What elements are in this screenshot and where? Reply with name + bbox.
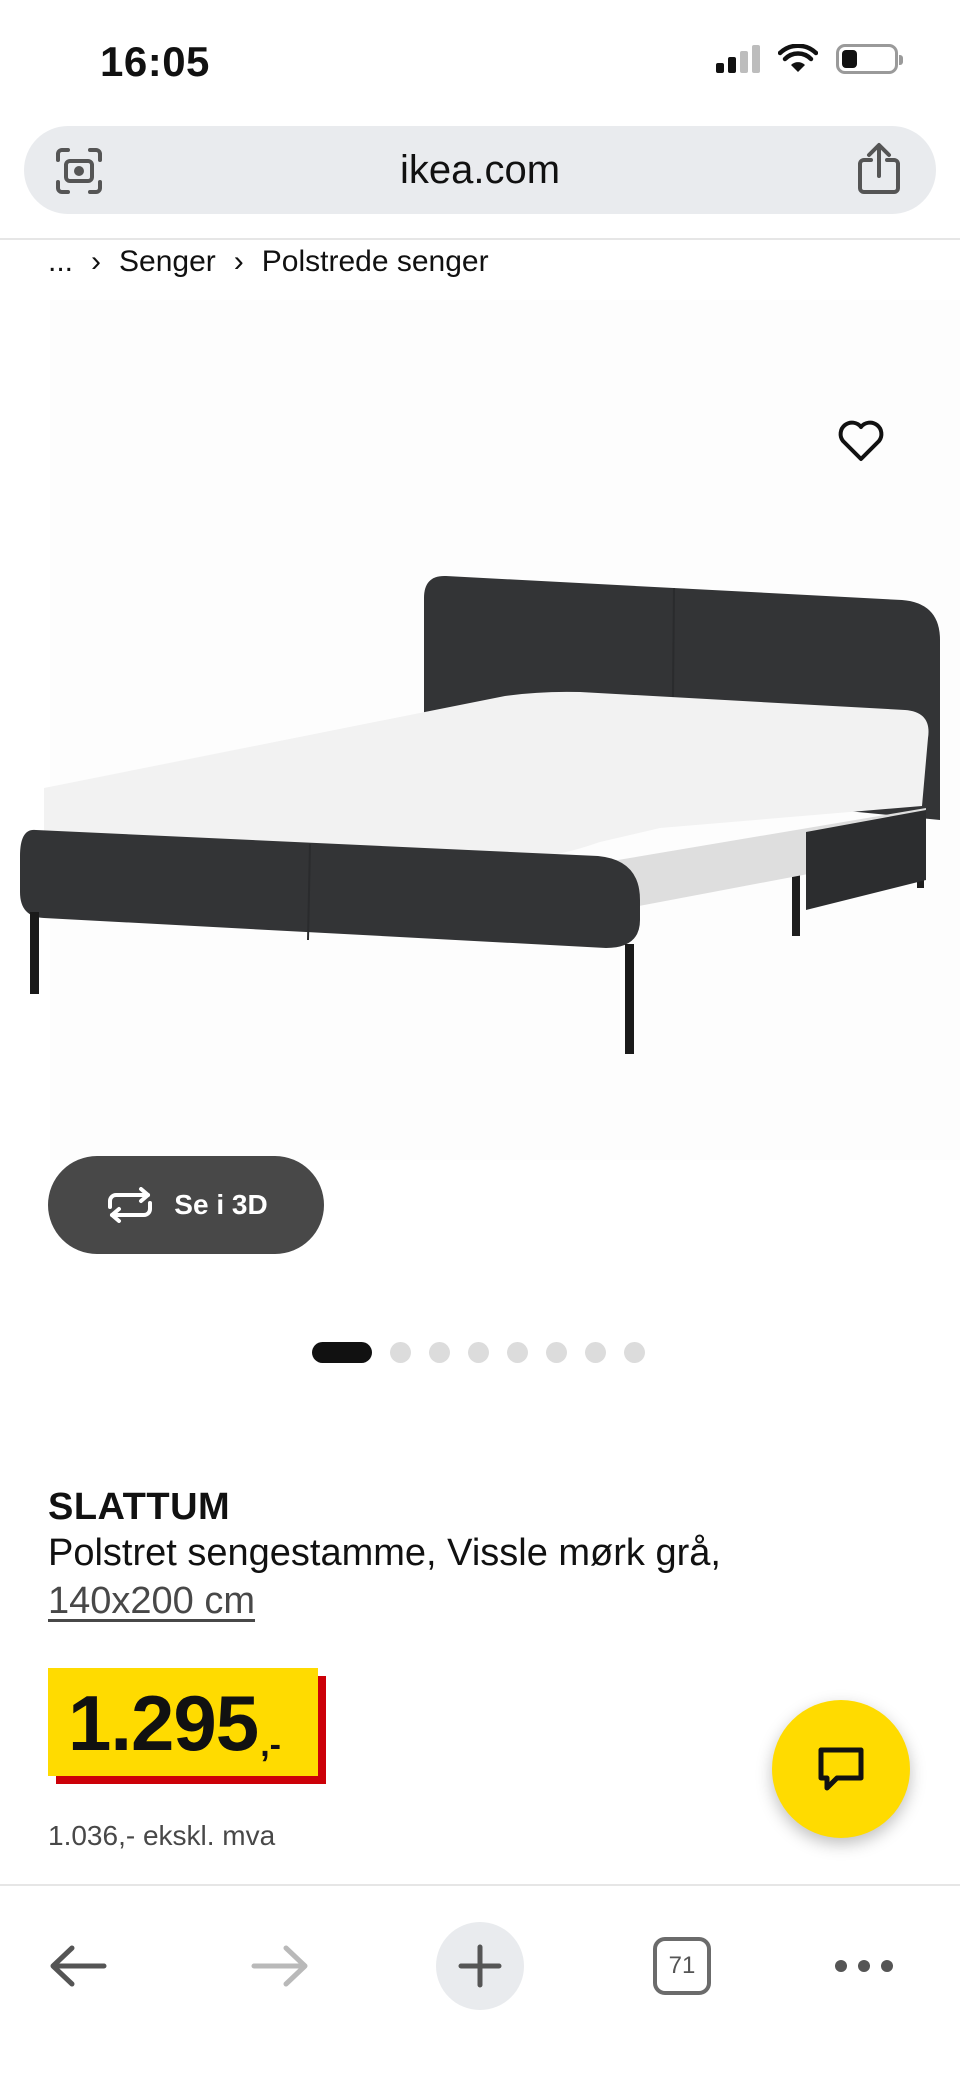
forward-button[interactable]	[236, 1922, 324, 2010]
price-ex-vat: 1.036,- ekskl. mva	[48, 1820, 276, 1851]
breadcrumb-item-polstrede-senger[interactable]: Polstrede senger	[262, 245, 489, 279]
view-in-3d-button[interactable]: Se i 3D	[48, 1156, 324, 1254]
back-arrow-icon	[50, 1945, 107, 1987]
carousel-dot[interactable]	[624, 1342, 645, 1363]
carousel-dot-active[interactable]	[312, 1342, 372, 1363]
battery-level	[842, 50, 857, 68]
share-icon[interactable]	[854, 142, 904, 196]
breadcrumb-separator: ›	[233, 245, 244, 278]
carousel-dot[interactable]	[585, 1342, 606, 1363]
back-button[interactable]	[34, 1922, 122, 2010]
url-text[interactable]: ikea.com	[24, 148, 936, 193]
carousel-dot[interactable]	[429, 1342, 450, 1363]
product-name: SLATTUM	[48, 1486, 231, 1528]
breadcrumb-item-more[interactable]: ...	[48, 245, 73, 279]
plus-icon	[458, 1944, 502, 1988]
status-bar: 16:05	[0, 0, 960, 120]
breadcrumb-separator: ›	[91, 245, 102, 278]
product-size-link[interactable]: 140x200 cm	[48, 1580, 255, 1623]
price-tag: 1.295 ,-	[48, 1668, 318, 1776]
forward-arrow-icon	[251, 1945, 308, 1987]
price-main: 1.295	[68, 1679, 259, 1767]
tab-count: 71	[653, 1937, 711, 1995]
view-in-3d-label: Se i 3D	[174, 1189, 268, 1220]
cellular-signal-icon	[716, 45, 760, 73]
chat-button[interactable]	[772, 1700, 910, 1838]
more-button[interactable]	[820, 1922, 908, 2010]
address-bar[interactable]: ikea.com	[24, 126, 936, 214]
price-suffix: ,-	[260, 1726, 281, 1764]
carousel-dot[interactable]	[507, 1342, 528, 1363]
browser-toolbar: 71	[0, 1886, 960, 2078]
battery-icon	[836, 44, 903, 74]
favorite-heart-icon[interactable]	[836, 416, 886, 466]
status-icons	[716, 44, 903, 74]
carousel-dots	[312, 1342, 645, 1363]
carousel-dot[interactable]	[546, 1342, 567, 1363]
chat-bubble-icon	[818, 1747, 864, 1791]
wifi-icon	[778, 44, 818, 72]
rotate-3d-icon	[108, 1187, 153, 1223]
more-dots-icon	[835, 1960, 893, 1972]
status-time: 16:05	[100, 38, 210, 85]
tabs-button[interactable]: 71	[638, 1922, 726, 2010]
carousel-dot[interactable]	[468, 1342, 489, 1363]
carousel-dot[interactable]	[390, 1342, 411, 1363]
product-image[interactable]	[0, 300, 960, 1160]
new-tab-button[interactable]	[436, 1922, 524, 2010]
product-description: Polstret sengestamme, Vissle mørk grå,	[48, 1532, 721, 1574]
breadcrumb: ... › Senger › Polstrede senger	[48, 240, 489, 284]
breadcrumb-item-senger[interactable]: Senger	[119, 245, 216, 279]
